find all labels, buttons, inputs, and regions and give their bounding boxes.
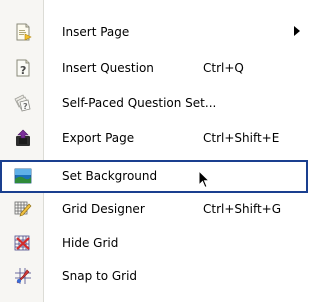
menu-item-snap-to-grid[interactable]: Snap to Grid (0, 260, 308, 293)
hide-grid-icon (14, 235, 30, 251)
menu-item-shortcut: Ctrl+Shift+G (203, 202, 282, 216)
question-set-icon: ? (14, 94, 31, 112)
menu-item-label: Insert Question (62, 61, 154, 75)
set-background-icon (14, 168, 32, 184)
menu-item-insert-question[interactable]: ? Insert Question Ctrl+Q (0, 52, 308, 85)
menu-item-label: Snap to Grid (62, 269, 138, 283)
mouse-cursor-icon (198, 170, 211, 189)
menu-item-label: Insert Page (62, 25, 130, 39)
menu-item-label: Export Page (62, 131, 135, 145)
context-menu: Insert Page ? Insert Question Ctrl+Q ? S… (0, 0, 308, 302)
submenu-arrow-icon (294, 26, 300, 36)
menu-item-label: Grid Designer (62, 202, 145, 216)
svg-text:?: ? (20, 64, 26, 77)
menu-item-set-background[interactable]: Set Background (0, 160, 308, 193)
grid-designer-icon (14, 201, 32, 217)
menu-item-grid-designer[interactable]: Grid Designer Ctrl+Shift+G (0, 193, 308, 226)
menu-item-self-paced-question-set[interactable]: ? Self-Paced Question Set... (0, 87, 308, 120)
insert-page-icon (16, 23, 32, 41)
menu-item-shortcut: Ctrl+Shift+E (203, 131, 280, 145)
export-page-icon (16, 129, 30, 146)
menu-item-insert-page[interactable]: Insert Page (0, 16, 308, 49)
menu-item-shortcut: Ctrl+Q (203, 61, 244, 75)
svg-text:?: ? (23, 102, 28, 111)
menu-item-label: Hide Grid (62, 236, 119, 250)
menu-item-label: Set Background (62, 169, 158, 183)
insert-question-icon: ? (16, 59, 30, 77)
menu-item-label: Self-Paced Question Set... (62, 96, 217, 110)
snap-to-grid-icon (15, 268, 31, 284)
menu-item-export-page[interactable]: Export Page Ctrl+Shift+E (0, 122, 308, 155)
menu-item-hide-grid[interactable]: Hide Grid (0, 227, 308, 260)
